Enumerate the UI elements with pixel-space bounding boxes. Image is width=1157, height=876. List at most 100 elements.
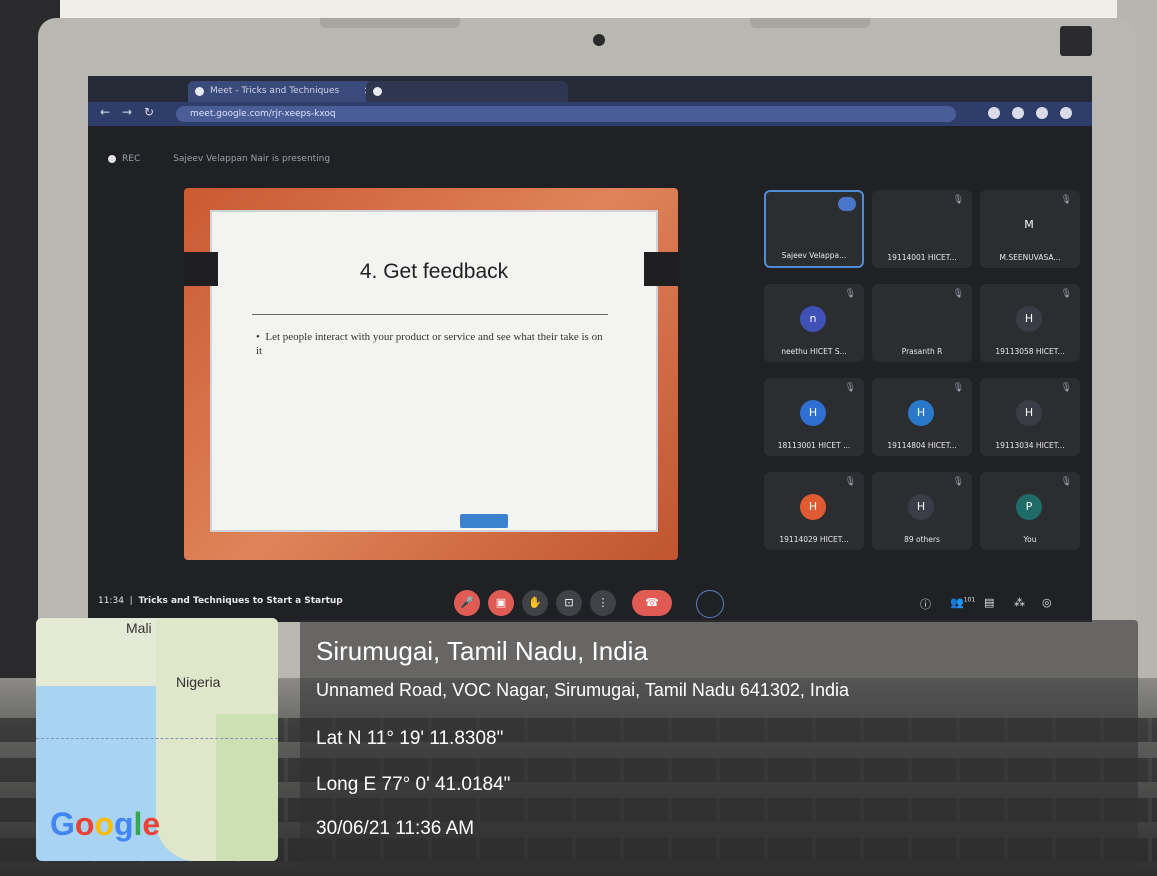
mic-muted-icon: 🎙 [952, 195, 964, 205]
participant-name: 19113034 HICET... [995, 441, 1065, 450]
map-label-mali: Mali [126, 620, 152, 636]
camera-off-icon[interactable]: ▣ [488, 590, 514, 616]
host-controls-icon[interactable]: ◎ [1042, 596, 1052, 609]
mic-muted-icon: 🎙 [952, 383, 964, 393]
geotag-place: Sirumugai, Tamil Nadu, India [316, 636, 648, 666]
mic-muted-icon: 🎙 [1060, 477, 1072, 487]
presenting-banner: REC Sajeev Velappan Nair is presenting [108, 154, 330, 164]
forward-icon[interactable]: → [122, 105, 132, 119]
slide-bullet-text: Let people interact with your product or… [256, 331, 603, 357]
participant-name: M.SEENUVASA... [999, 253, 1061, 262]
participant-name: Prasanth R [901, 347, 943, 356]
presentation-slide: 4. Get feedback • Let people interact wi… [184, 188, 678, 560]
speaking-icon [838, 197, 856, 211]
tab-label: Meet - Tricks and Techniques [210, 86, 340, 96]
mic-muted-icon: 🎙 [1060, 195, 1072, 205]
meeting-title: Tricks and Techniques to Start a Startup [138, 596, 343, 606]
equator-line [36, 738, 278, 739]
slide-side-tab [184, 252, 218, 286]
meeting-time: 11:34 [98, 596, 124, 606]
laptop-screen: Meet - Tricks and Techniques ✕ ← → ↻ mee… [88, 76, 1092, 622]
menu-icon[interactable] [1060, 107, 1072, 119]
bookmark-icon[interactable] [1012, 107, 1024, 119]
chat-icon[interactable]: ▤ [984, 596, 994, 609]
more-options-icon[interactable]: ⋮ [590, 590, 616, 616]
raise-hand-icon[interactable]: ✋ [522, 590, 548, 616]
extension-icon[interactable] [988, 107, 1000, 119]
geotag-datetime: 30/06/21 11:36 AM [316, 818, 475, 839]
participant-tile[interactable]: 🎙 H 19113058 HICET... [980, 284, 1080, 362]
bezel-notch [750, 18, 870, 28]
avatar: H [800, 494, 826, 520]
mic-muted-icon: 🎙 [844, 383, 856, 393]
participant-tile[interactable]: 🎙 H 19114804 HICET... [872, 378, 972, 456]
participant-name: Sajeev Velappa... [781, 251, 847, 260]
back-icon[interactable]: ← [100, 105, 110, 119]
slide-bullet: • Let people interact with your product … [256, 331, 603, 357]
end-call-icon[interactable]: ☎ [632, 590, 672, 616]
avatar: H [1016, 306, 1042, 332]
mic-muted-icon: 🎙 [844, 477, 856, 487]
present-icon[interactable]: ⊡ [556, 590, 582, 616]
participant-name: 19114001 HICET... [887, 253, 957, 262]
tab-other[interactable] [366, 81, 568, 102]
geotag-longitude: Long E 77° 0' 41.0184" [316, 774, 511, 795]
tab-meet[interactable]: Meet - Tricks and Techniques ✕ [188, 81, 380, 102]
record-icon [108, 154, 116, 163]
rec-label: REC [122, 154, 141, 164]
meeting-info: 11:34 | Tricks and Techniques to Start a… [98, 596, 343, 606]
participant-tile[interactable]: 🎙 H 18113001 HICET ... [764, 378, 864, 456]
participant-tile[interactable]: 🎙 H 19113034 HICET... [980, 378, 1080, 456]
participant-tile[interactable]: 🎙 M M.SEENUVASA... [980, 190, 1080, 268]
participant-name: You [1023, 535, 1037, 544]
avatar: M [1016, 212, 1042, 238]
camera-preview[interactable] [696, 590, 724, 618]
mic-muted-icon: 🎙 [1060, 289, 1072, 299]
participant-count: 101 [963, 596, 976, 604]
geotag-latitude: Lat N 11° 19' 11.8308" [316, 728, 504, 749]
browser-tab-strip: Meet - Tricks and Techniques ✕ [88, 76, 1092, 102]
presenting-label: Sajeev Velappan Nair is presenting [173, 154, 331, 164]
slide-title: 4. Get feedback [359, 260, 509, 283]
participant-tile[interactable]: 🎙 P You [980, 472, 1080, 550]
participant-tile[interactable]: 🎙 n neethu HICET S... [764, 284, 864, 362]
participant-tile[interactable]: Sajeev Velappa... [764, 190, 864, 268]
participant-tile[interactable]: 🎙 Prasanth R [872, 284, 972, 362]
avatar: H [908, 494, 934, 520]
meet-icon [195, 87, 204, 96]
slide-scroll-indicator [460, 514, 508, 528]
mic-off-icon[interactable]: 🎤 [454, 590, 480, 616]
participant-tile[interactable]: 🎙 H 19114029 HICET... [764, 472, 864, 550]
address-bar-row: ← → ↻ meet.google.com/rjr-xeeps-kxoq [88, 102, 1092, 126]
meet-control-bar: 11:34 | Tricks and Techniques to Start a… [88, 586, 1092, 620]
people-icon[interactable]: 👥101 [950, 596, 975, 609]
geotag-address: Unnamed Road, VOC Nagar, Sirumugai, Tami… [316, 680, 849, 700]
mic-muted-icon: 🎙 [952, 477, 964, 487]
info-icon[interactable]: ⓘ [920, 596, 931, 612]
avatar: H [908, 400, 934, 426]
participant-name: 19114804 HICET... [887, 441, 957, 450]
map-thumbnail: Mali Nigeria Google [36, 618, 278, 861]
participant-tile[interactable]: 🎙 H 89 others [872, 472, 972, 550]
mic-muted-icon: 🎙 [1060, 383, 1072, 393]
webcam-icon [593, 34, 605, 46]
participant-name: neethu HICET S... [781, 347, 847, 356]
avatar: H [1016, 400, 1042, 426]
participant-name: 19113058 HICET... [995, 347, 1065, 356]
reload-icon[interactable]: ↻ [144, 105, 154, 119]
slide-side-tab [644, 252, 678, 286]
google-logo: Google [50, 806, 161, 842]
activities-icon[interactable]: ⁂ [1014, 596, 1025, 609]
globe-icon [373, 87, 382, 96]
participant-name: 19114029 HICET... [779, 535, 849, 544]
mic-muted-icon: 🎙 [844, 289, 856, 299]
map-label-nigeria: Nigeria [176, 674, 221, 690]
participant-tile[interactable]: 🎙 19114001 HICET... [872, 190, 972, 268]
avatar: n [800, 306, 826, 332]
slide-divider [252, 314, 608, 315]
avatar: P [1016, 494, 1042, 520]
url-input[interactable]: meet.google.com/rjr-xeeps-kxoq [176, 106, 956, 122]
slide-content: 4. Get feedback • Let people interact wi… [210, 210, 658, 532]
avatar[interactable] [1036, 107, 1048, 119]
avatar: H [800, 400, 826, 426]
